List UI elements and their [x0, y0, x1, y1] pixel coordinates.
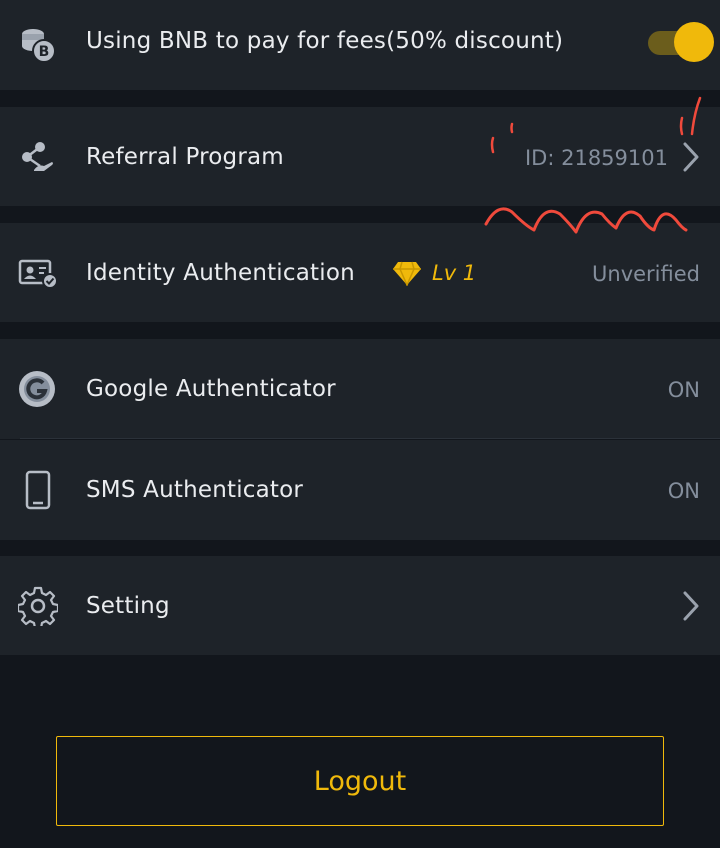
svg-text:B: B — [39, 44, 50, 60]
referral-id: ID: 21859101 — [524, 146, 668, 170]
share-hand-icon — [18, 137, 58, 177]
row-divider — [20, 438, 720, 439]
bnb-fee-row[interactable]: B Using BNB to pay for fees(50% discount… — [0, 0, 720, 90]
setting-row[interactable]: Setting — [0, 556, 720, 655]
sms-authenticator-label: SMS Authenticator — [86, 477, 304, 503]
identity-level-label: Lv 1 — [432, 261, 477, 285]
logout-button[interactable]: Logout — [56, 736, 664, 826]
chevron-right-icon — [683, 142, 699, 172]
sms-authenticator-row[interactable]: SMS Authenticator ON — [0, 440, 720, 540]
identity-authentication-row[interactable]: Identity Authentication Lv 1 Unverified — [0, 223, 720, 322]
bnb-fee-toggle[interactable] — [648, 22, 714, 62]
google-authenticator-icon — [18, 369, 58, 409]
bnb-fee-label: Using BNB to pay for fees(50% discount) — [86, 28, 564, 54]
identity-level-badge: Lv 1 — [392, 260, 476, 286]
phone-icon — [18, 470, 58, 510]
identity-status: Unverified — [592, 262, 700, 286]
sms-authenticator-status: ON — [667, 479, 700, 503]
setting-label: Setting — [86, 593, 170, 619]
referral-program-row[interactable]: Referral Program ID: 21859101 — [0, 107, 720, 206]
chevron-right-icon — [683, 591, 699, 621]
security-settings-screen: B Using BNB to pay for fees(50% discount… — [0, 0, 720, 848]
bnb-coin-icon: B — [18, 25, 58, 65]
google-authenticator-label: Google Authenticator — [86, 376, 336, 402]
google-authenticator-status: ON — [667, 378, 700, 402]
id-card-check-icon — [18, 253, 58, 293]
diamond-icon — [393, 261, 421, 286]
gear-icon — [18, 586, 58, 626]
identity-authentication-label: Identity Authentication — [86, 260, 355, 286]
google-authenticator-row[interactable]: Google Authenticator ON — [0, 339, 720, 439]
toggle-knob — [674, 22, 714, 62]
referral-program-label: Referral Program — [86, 144, 284, 170]
